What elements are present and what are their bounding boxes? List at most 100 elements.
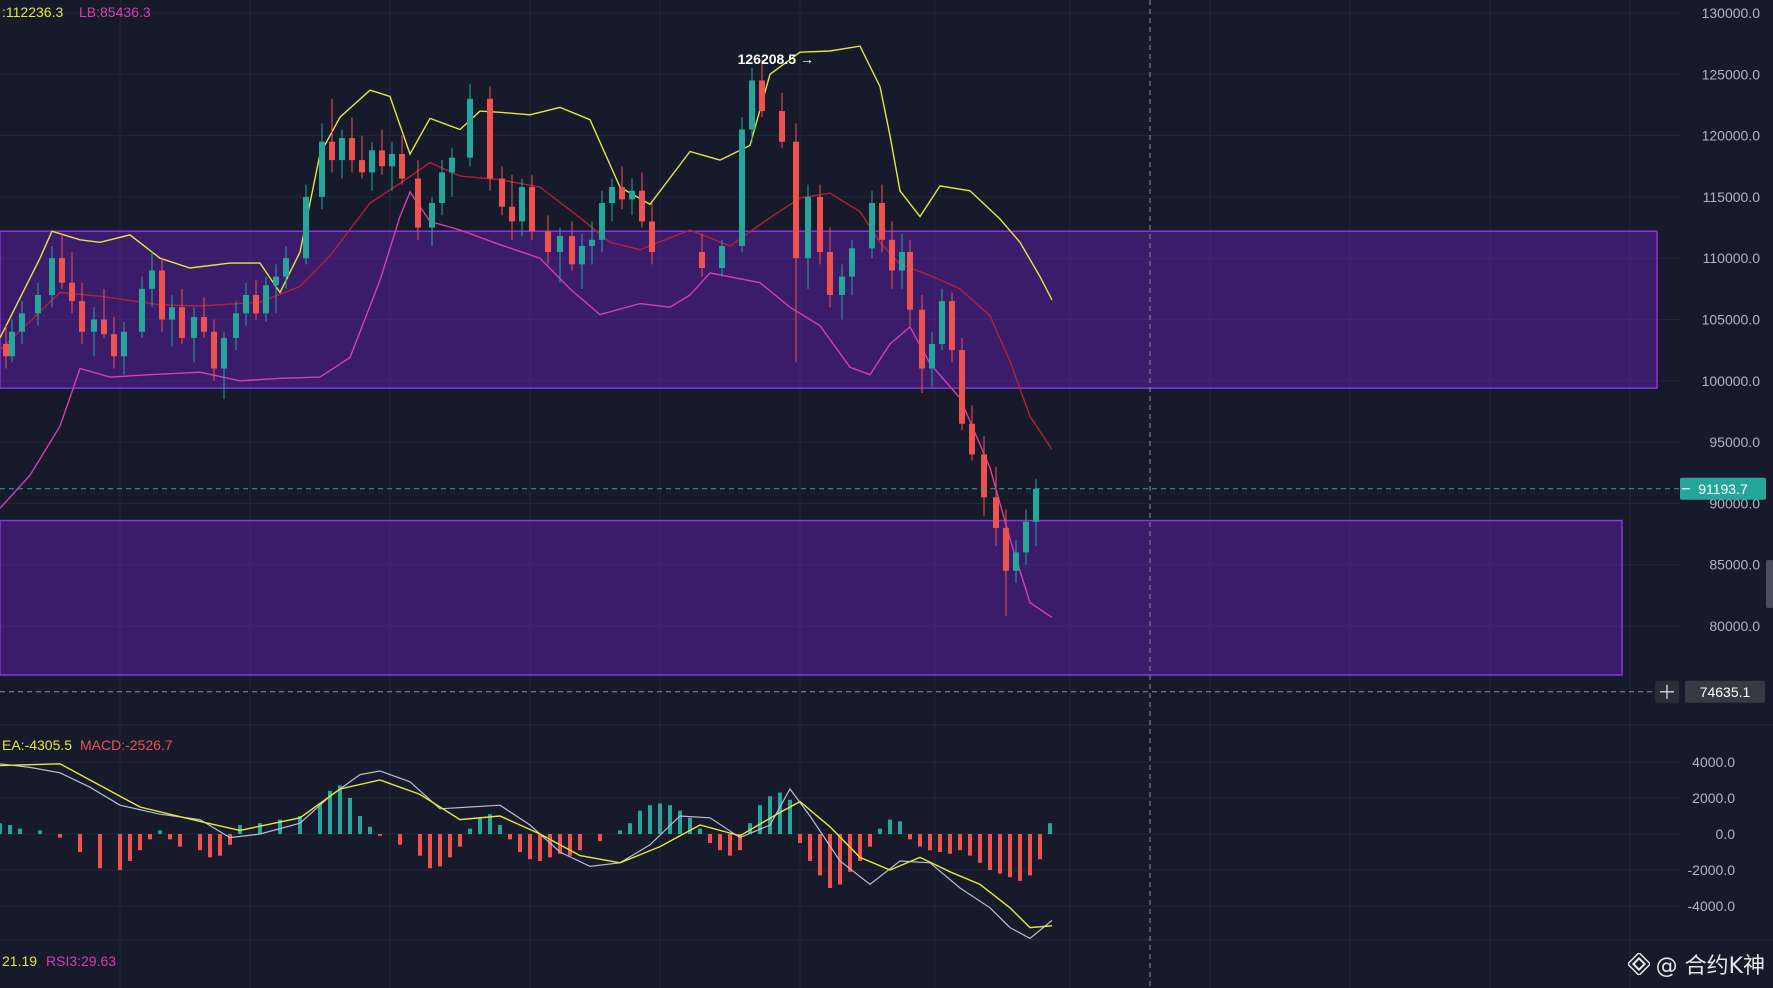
price-axis[interactable]: 130000.0 125000.0 120000.0 115000.0 110000.0…	[1655, 5, 1773, 914]
candle-body[interactable]	[589, 239, 595, 246]
candle-body[interactable]	[449, 157, 455, 173]
candle-body[interactable]	[149, 270, 155, 289]
candle-body[interactable]	[609, 187, 615, 204]
candle-body[interactable]	[359, 160, 365, 173]
candle-body[interactable]	[339, 138, 345, 161]
candle-body[interactable]	[545, 231, 551, 253]
candle-body[interactable]	[9, 331, 15, 357]
candle-body[interactable]	[939, 301, 945, 345]
candle-body[interactable]	[211, 331, 217, 369]
candle-body[interactable]	[849, 248, 855, 277]
candle-body[interactable]	[619, 187, 625, 200]
candle-body[interactable]	[993, 497, 999, 528]
macd-histogram-bar	[98, 834, 102, 869]
candle-body[interactable]	[429, 203, 435, 228]
candle-body[interactable]	[319, 141, 325, 197]
candle-body[interactable]	[329, 141, 335, 161]
candle-body[interactable]	[869, 203, 875, 249]
candle-body[interactable]	[499, 178, 505, 207]
macd-histogram-bar	[1048, 823, 1052, 834]
candle-body[interactable]	[283, 258, 289, 277]
candle-body[interactable]	[639, 190, 645, 222]
candle-body[interactable]	[179, 307, 185, 338]
candle-body[interactable]	[243, 294, 249, 314]
candle-body[interactable]	[907, 252, 913, 310]
candle-body[interactable]	[1033, 488, 1039, 522]
macd-histogram-bar	[118, 834, 122, 870]
macd-histogram-bar	[598, 834, 602, 842]
macd-histogram-bar	[368, 826, 372, 834]
candle-body[interactable]	[899, 252, 905, 271]
candle-body[interactable]	[159, 270, 165, 320]
candle-body[interactable]	[101, 319, 107, 335]
candle-body[interactable]	[35, 294, 41, 314]
candle-body[interactable]	[439, 172, 445, 204]
candle-body[interactable]	[529, 187, 535, 232]
candle-body[interactable]	[111, 334, 117, 357]
candle-body[interactable]	[629, 190, 635, 200]
candle-body[interactable]	[949, 301, 955, 351]
axis-scroll-handle[interactable]	[1766, 560, 1773, 608]
candle-body[interactable]	[759, 80, 765, 112]
candle-body[interactable]	[599, 203, 605, 240]
candle-body[interactable]	[467, 98, 473, 158]
candle-body[interactable]	[399, 153, 405, 179]
candle-body[interactable]	[49, 258, 55, 295]
candle-body[interactable]	[273, 276, 279, 286]
candle-body[interactable]	[139, 288, 145, 332]
candle-body[interactable]	[749, 80, 755, 130]
candle-body[interactable]	[519, 187, 525, 222]
candle-body[interactable]	[793, 141, 799, 259]
candle-body[interactable]	[649, 221, 655, 253]
candle-body[interactable]	[981, 454, 987, 498]
candle-body[interactable]	[509, 206, 515, 222]
candle-body[interactable]	[557, 236, 563, 253]
candle-body[interactable]	[805, 196, 811, 259]
candle-body[interactable]	[379, 150, 385, 167]
candle-body[interactable]	[121, 331, 127, 357]
price-axis-tick: 125000.0	[1702, 66, 1761, 82]
candle-body[interactable]	[201, 317, 207, 332]
candle-body[interactable]	[919, 309, 925, 369]
candle-body[interactable]	[827, 252, 833, 295]
candle-body[interactable]	[369, 150, 375, 173]
candle-body[interactable]	[959, 350, 965, 424]
candle-body[interactable]	[191, 317, 197, 338]
candle-body[interactable]	[233, 313, 239, 338]
candle-body[interactable]	[253, 294, 259, 314]
candle-body[interactable]	[59, 258, 65, 283]
candle-body[interactable]	[699, 252, 705, 269]
candle-body[interactable]	[817, 196, 823, 253]
candle-body[interactable]	[169, 307, 175, 320]
candle-body[interactable]	[263, 285, 269, 314]
macd-histogram-bar	[1028, 834, 1032, 876]
trading-chart[interactable]: 130000.0 125000.0 120000.0 115000.0 110000.0…	[0, 0, 1773, 988]
candle-body[interactable]	[1013, 552, 1019, 571]
candle-body[interactable]	[569, 236, 575, 265]
candle-body[interactable]	[69, 282, 75, 302]
candle-body[interactable]	[19, 313, 25, 332]
candle-body[interactable]	[719, 245, 725, 269]
candle-body[interactable]	[79, 301, 85, 332]
candle-body[interactable]	[839, 276, 845, 295]
candle-body[interactable]	[303, 196, 309, 259]
macd-histogram-bar	[678, 810, 682, 834]
candle-body[interactable]	[929, 344, 935, 369]
candle-body[interactable]	[889, 239, 895, 271]
candle-body[interactable]	[389, 153, 395, 167]
macd-histogram-bar	[318, 803, 322, 834]
candle-body[interactable]	[879, 203, 885, 240]
candle-body[interactable]	[349, 138, 355, 161]
candle-body[interactable]	[1023, 521, 1029, 553]
candle-body[interactable]	[969, 423, 975, 455]
candle-body[interactable]	[779, 111, 785, 142]
candle-body[interactable]	[1003, 527, 1009, 571]
candle-body[interactable]	[415, 178, 421, 228]
candle-body[interactable]	[91, 319, 97, 332]
candle-body[interactable]	[3, 344, 9, 357]
candle-body[interactable]	[487, 98, 493, 179]
candle-body[interactable]	[739, 129, 745, 246]
candle-body[interactable]	[221, 337, 227, 369]
macd-histogram-bar	[528, 834, 532, 860]
candle-body[interactable]	[579, 245, 585, 265]
